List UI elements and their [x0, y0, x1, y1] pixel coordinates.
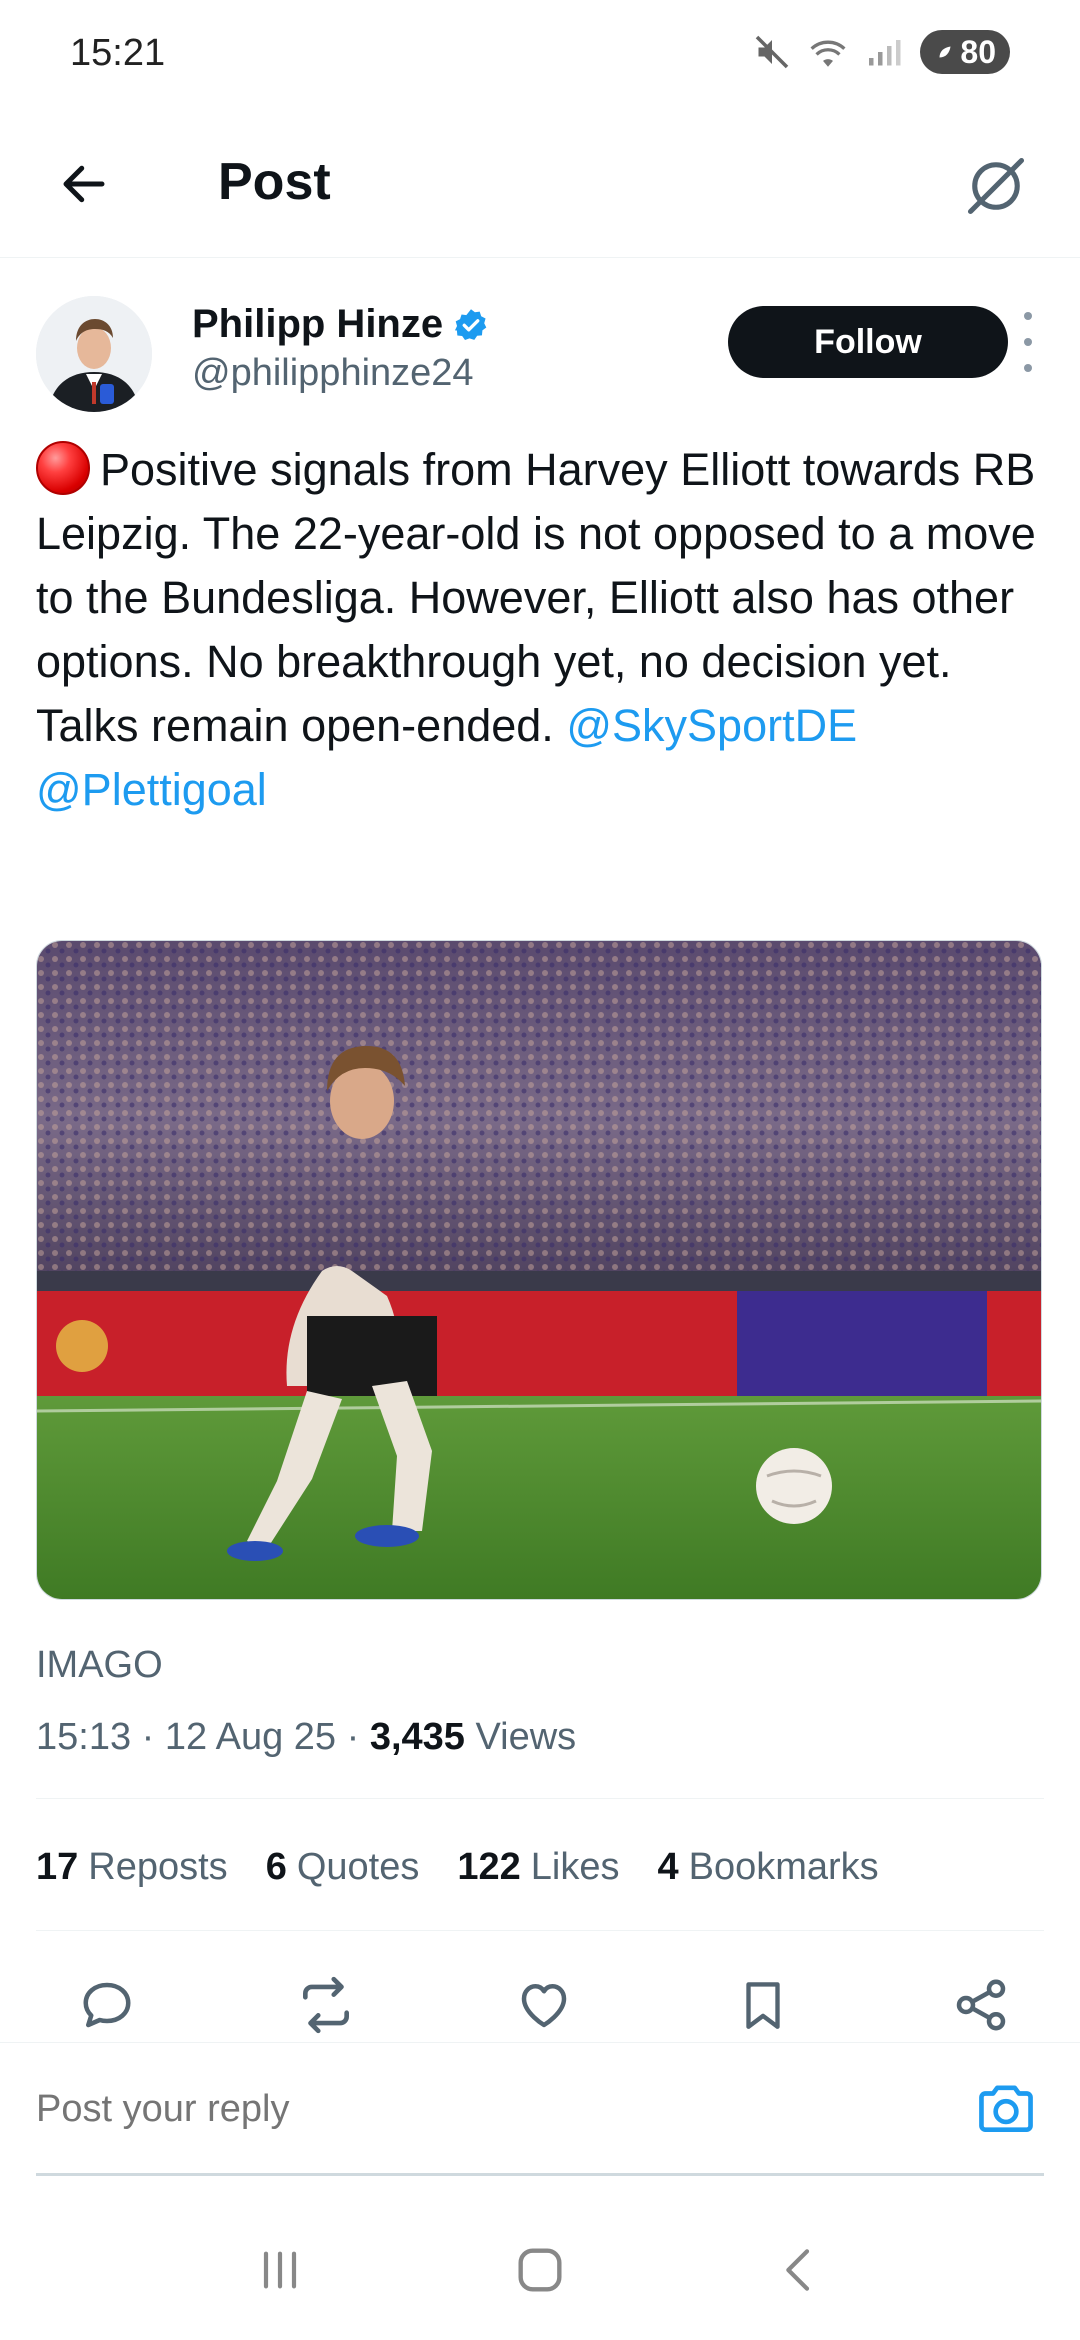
mute-icon: [756, 35, 789, 69]
signal-icon: [869, 40, 901, 66]
reply-button[interactable]: [72, 1970, 142, 2040]
author-name-text: Philipp Hinze: [192, 302, 444, 346]
post-text: Positive signals from Harvey Elliott tow…: [36, 438, 1046, 822]
reply-bar: [0, 2042, 1080, 2176]
chevron-left-icon: [786, 2249, 810, 2291]
grok-icon: [967, 157, 1025, 215]
reply-input[interactable]: [36, 2043, 936, 2175]
author-name[interactable]: Philipp Hinze: [192, 302, 489, 347]
mention-link[interactable]: @SkySportDE: [566, 700, 857, 751]
verified-badge-icon: [455, 308, 487, 340]
arrow-left-icon: [63, 165, 105, 203]
post-stats: 17 Reposts 6 Quotes 122 Likes 4 Bookmarks: [36, 1846, 879, 1889]
battery-indicator: 80: [920, 30, 1010, 74]
share-button[interactable]: [946, 1970, 1016, 2040]
back-nav-button[interactable]: [760, 2230, 840, 2310]
page-title: Post: [218, 153, 331, 211]
camera-icon: [979, 2085, 1033, 2132]
home-button[interactable]: [500, 2230, 580, 2310]
heart-icon: [521, 1984, 567, 2028]
bookmark-icon: [745, 1982, 780, 2029]
like-button[interactable]: [509, 1970, 579, 2040]
home-icon: [518, 2248, 562, 2292]
bookmarks-count: 4: [657, 1846, 679, 1888]
back-button[interactable]: [48, 148, 120, 220]
post-meta: 15:13 · 12 Aug 25 · 3,435 Views: [36, 1716, 577, 1758]
status-icons: 80: [754, 30, 1010, 74]
post-date: 12 Aug 25: [164, 1716, 337, 1758]
reposts-count: 17: [36, 1846, 79, 1888]
avatar[interactable]: [36, 296, 152, 412]
repost-icon: [302, 1976, 349, 2034]
views-count: 3,435: [369, 1716, 465, 1758]
more-dot: [1024, 338, 1032, 346]
likes-label: Likes: [530, 1846, 620, 1888]
battery-level: 80: [960, 33, 996, 70]
quotes-stat[interactable]: 6 Quotes: [266, 1846, 420, 1889]
app-header: Post: [0, 110, 1080, 258]
divider: [36, 1930, 1044, 1931]
divider: [36, 1798, 1044, 1799]
likes-stat[interactable]: 122 Likes: [457, 1846, 619, 1889]
post-actions: [72, 1970, 1016, 2040]
avatar-image: [36, 296, 152, 412]
more-options-button[interactable]: [1014, 312, 1042, 372]
follow-button[interactable]: Follow: [728, 306, 1008, 378]
author-handle[interactable]: @philipphinze24: [192, 352, 474, 395]
mention-link[interactable]: @Plettigoal: [36, 764, 267, 815]
post-body: Positive signals from Harvey Elliott tow…: [36, 444, 1036, 751]
reposts-stat[interactable]: 17 Reposts: [36, 1846, 228, 1889]
more-dot: [1024, 364, 1032, 372]
bookmark-button[interactable]: [728, 1970, 798, 2040]
status-bar: 15:21 80: [0, 0, 1080, 110]
media-caption: IMAGO: [36, 1644, 163, 1686]
red-circle-icon: [36, 441, 90, 495]
bookmarks-stat[interactable]: 4 Bookmarks: [657, 1846, 878, 1889]
reposts-label: Reposts: [88, 1846, 228, 1888]
post-photo: [37, 941, 1041, 1599]
quotes-count: 6: [265, 1846, 287, 1888]
battery-saver-icon: [939, 46, 951, 58]
bookmarks-label: Bookmarks: [688, 1846, 879, 1888]
post-time: 15:13: [36, 1716, 132, 1758]
views-label: Views: [475, 1716, 577, 1758]
reply-icon: [83, 1982, 131, 2028]
system-nav-bar: [0, 2200, 1080, 2340]
status-time: 15:21: [70, 32, 166, 74]
quotes-label: Quotes: [296, 1846, 420, 1888]
likes-count: 122: [457, 1846, 521, 1888]
share-icon: [956, 1979, 1006, 2031]
reply-underline: [36, 2173, 1044, 2176]
post-author: Philipp Hinze @philipphinze24 Follow: [36, 290, 1046, 420]
more-dot: [1024, 312, 1032, 320]
grok-button[interactable]: [956, 146, 1036, 226]
camera-button[interactable]: [974, 2079, 1038, 2139]
repost-button[interactable]: [291, 1970, 361, 2040]
post-media[interactable]: [36, 940, 1042, 1600]
recents-button[interactable]: [240, 2230, 320, 2310]
wifi-icon: [810, 40, 846, 67]
recents-icon: [263, 2251, 297, 2289]
